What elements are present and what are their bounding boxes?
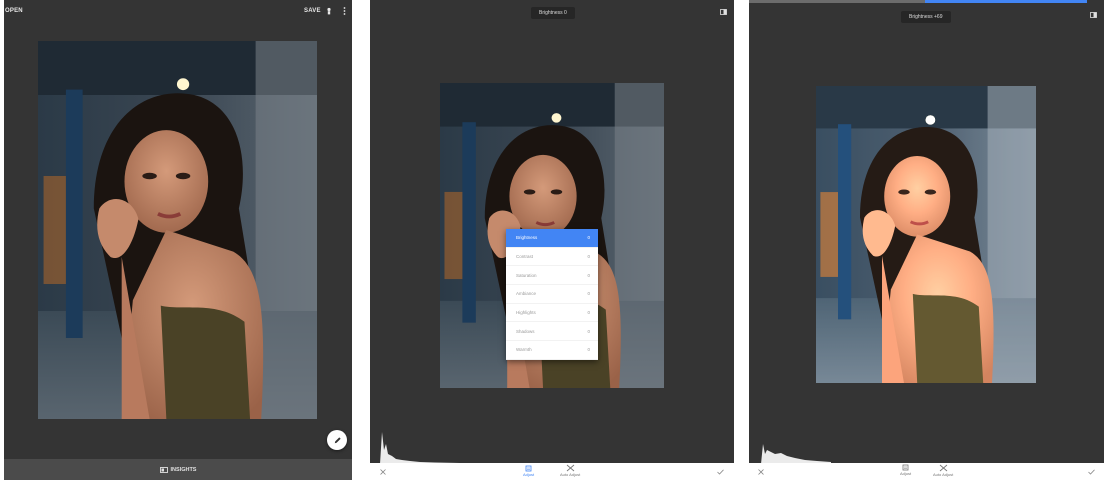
close-icon[interactable]	[756, 467, 765, 476]
adjust-title: Brightness 0	[531, 7, 575, 19]
pencil-icon	[334, 436, 341, 443]
magic-wand-icon	[566, 464, 574, 472]
compare-icon[interactable]	[719, 8, 727, 16]
histogram	[380, 432, 460, 464]
bottom-toolbar: Adjust Auto Adjust	[370, 463, 734, 480]
menu-item-contrast[interactable]: Contrast 0	[506, 248, 598, 267]
tool-auto-adjust[interactable]: Auto Adjust	[560, 464, 580, 477]
screen-adjusted: Brightness +69 Adjust Auto Adjust	[749, 0, 1104, 480]
apply-check-icon[interactable]	[716, 467, 725, 476]
adjust-title: Brightness +69	[901, 11, 951, 23]
brightness-slider-fill[interactable]	[925, 0, 1087, 3]
photo-canvas[interactable]	[816, 86, 1036, 383]
tool-adjust[interactable]: Adjust	[523, 465, 534, 477]
photo-canvas[interactable]	[38, 41, 317, 419]
menu-item-brightness[interactable]: Brightness 0	[506, 229, 598, 248]
save-button[interactable]: SAVE	[304, 8, 321, 14]
edit-fab-button[interactable]	[327, 430, 347, 450]
screen-main-view: OPEN SAVE INSIGHTS	[4, 0, 352, 480]
bottom-toolbar: Adjust Auto Adjust	[749, 463, 1104, 480]
tune-info-icon[interactable]	[324, 6, 334, 16]
more-vert-icon[interactable]	[340, 6, 348, 16]
compare-icon[interactable]	[1089, 11, 1097, 19]
apply-check-icon[interactable]	[1087, 467, 1096, 476]
magic-wand-icon	[939, 464, 947, 472]
close-icon[interactable]	[378, 467, 387, 476]
tune-icon	[525, 465, 532, 472]
slider-track	[749, 0, 925, 3]
menu-item-highlights[interactable]: Highlights 0	[506, 304, 598, 323]
adjust-parameter-menu[interactable]: Brightness 0 Contrast 0 Saturation 0 Amb…	[506, 229, 598, 360]
open-button[interactable]: OPEN	[5, 8, 23, 14]
tool-adjust[interactable]: Adjust	[900, 464, 911, 476]
screen-adjust-menu: Brightness 0 Brightness 0 Contrast 0 Sat…	[370, 0, 734, 480]
tune-icon	[902, 464, 909, 471]
menu-item-warmth[interactable]: Warmth 0	[506, 341, 598, 360]
histogram	[761, 444, 831, 464]
menu-item-saturation[interactable]: Saturation 0	[506, 266, 598, 286]
insights-bar[interactable]: INSIGHTS	[4, 459, 352, 480]
menu-item-ambiance[interactable]: Ambiance 0	[506, 285, 598, 304]
insights-label: INSIGHTS	[170, 466, 197, 473]
tool-auto-adjust[interactable]: Auto Adjust	[933, 464, 953, 477]
insights-icon	[159, 466, 168, 473]
menu-item-shadows[interactable]: Shadows 0	[506, 322, 598, 342]
